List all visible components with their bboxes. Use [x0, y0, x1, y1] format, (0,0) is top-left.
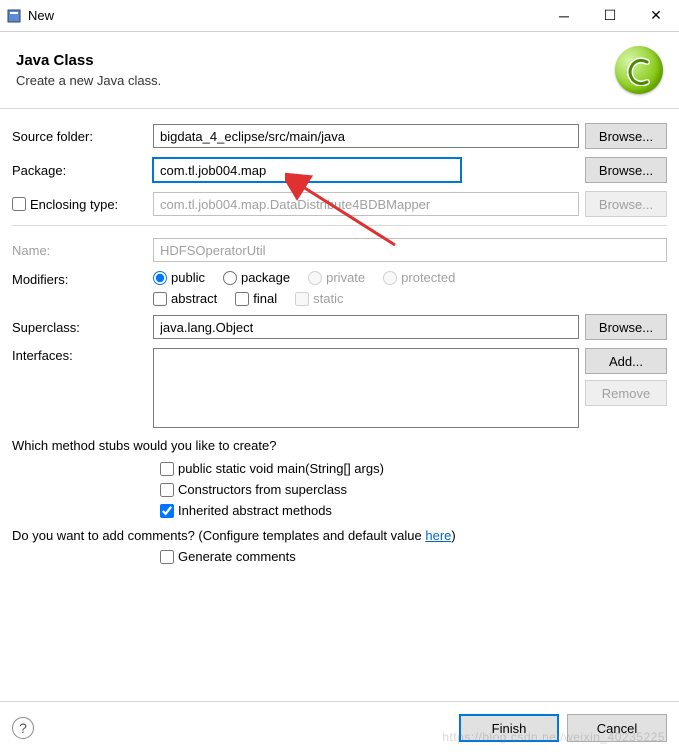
modifier-public[interactable]: public: [153, 270, 205, 285]
generate-comments[interactable]: Generate comments: [160, 549, 667, 564]
source-folder-input[interactable]: [153, 124, 579, 148]
name-input: [153, 238, 667, 262]
source-folder-browse-button[interactable]: Browse...: [585, 123, 667, 149]
enclosing-type-label[interactable]: Enclosing type:: [12, 197, 147, 212]
superclass-input[interactable]: [153, 315, 579, 339]
name-label: Name:: [12, 243, 147, 258]
interfaces-add-button[interactable]: Add...: [585, 348, 667, 374]
enclosing-type-checkbox[interactable]: [12, 197, 26, 211]
modifier-abstract[interactable]: abstract: [153, 291, 217, 306]
stub-inherited[interactable]: Inherited abstract methods: [160, 503, 667, 518]
watermark: https://blog.csdn.net/weixin_40235225: [442, 730, 665, 744]
wizard-header: Java Class Create a new Java class.: [0, 32, 679, 109]
modifier-final[interactable]: final: [235, 291, 277, 306]
window-controls: ─ ☐ ✕: [541, 0, 679, 32]
enclosing-type-input: [153, 192, 579, 216]
stub-main[interactable]: public static void main(String[] args): [160, 461, 667, 476]
superclass-browse-button[interactable]: Browse...: [585, 314, 667, 340]
maximize-button[interactable]: ☐: [587, 0, 633, 32]
interfaces-remove-button: Remove: [585, 380, 667, 406]
dialog-footer: ? Finish Cancel: [0, 701, 679, 754]
modifier-package[interactable]: package: [223, 270, 290, 285]
method-stubs-question: Which method stubs would you like to cre…: [12, 438, 667, 453]
package-browse-button[interactable]: Browse...: [585, 157, 667, 183]
window-icon: [6, 8, 22, 24]
comments-here-link[interactable]: here: [425, 528, 451, 543]
enclosing-type-browse-button: Browse...: [585, 191, 667, 217]
modifier-private: private: [308, 270, 365, 285]
page-title: Java Class: [16, 52, 615, 69]
package-input[interactable]: [153, 158, 461, 182]
modifier-protected: protected: [383, 270, 455, 285]
help-icon[interactable]: ?: [12, 717, 34, 739]
superclass-label: Superclass:: [12, 320, 147, 335]
package-label: Package:: [12, 163, 147, 178]
form-body: Source folder: Browse... Package: Browse…: [0, 109, 679, 574]
source-folder-label: Source folder:: [12, 129, 147, 144]
close-button[interactable]: ✕: [633, 0, 679, 32]
class-icon: [615, 46, 663, 94]
comments-question: Do you want to add comments? (Configure …: [12, 528, 667, 543]
minimize-button[interactable]: ─: [541, 0, 587, 32]
stub-constructors[interactable]: Constructors from superclass: [160, 482, 667, 497]
interfaces-list[interactable]: [153, 348, 579, 428]
interfaces-label: Interfaces:: [12, 348, 147, 363]
window-title: New: [28, 8, 541, 23]
titlebar: New ─ ☐ ✕: [0, 0, 679, 32]
modifiers-label: Modifiers:: [12, 270, 147, 287]
modifier-static: static: [295, 291, 343, 306]
page-description: Create a new Java class.: [16, 73, 615, 88]
